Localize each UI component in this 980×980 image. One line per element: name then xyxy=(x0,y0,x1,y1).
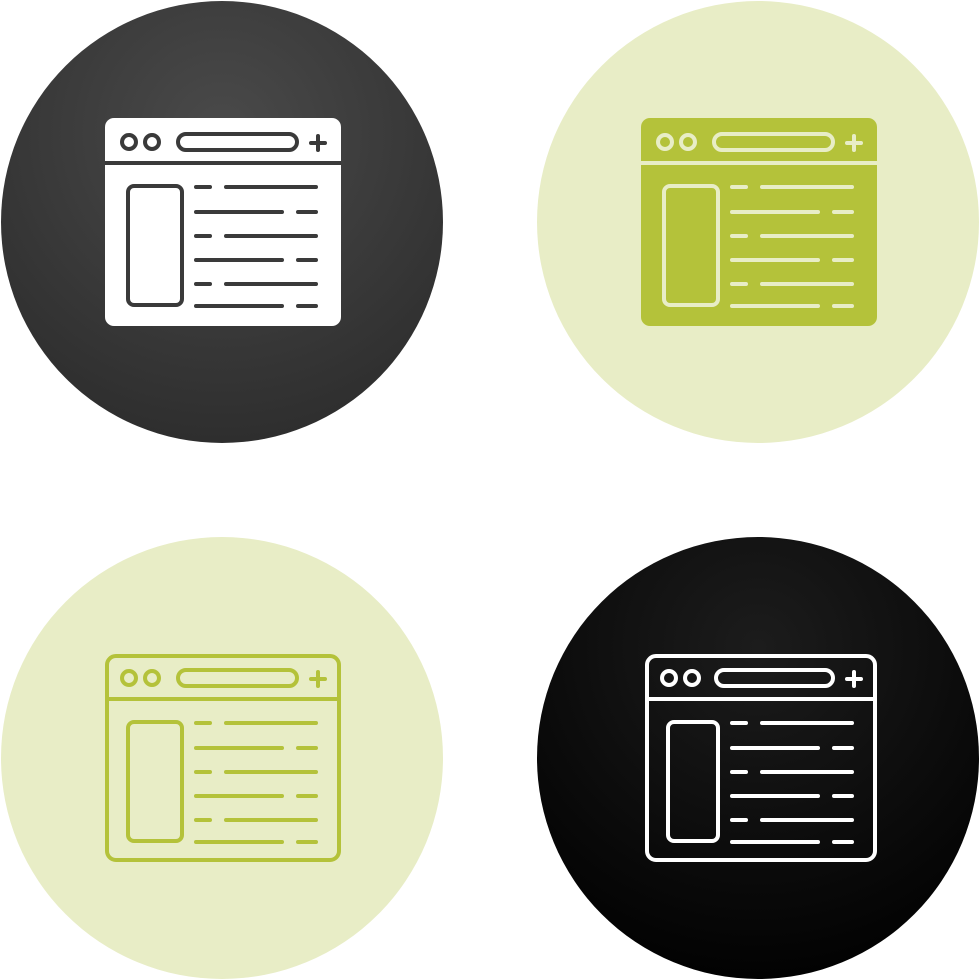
browser-window-glyph xyxy=(105,118,341,326)
browser-window-icon xyxy=(1,1,443,443)
icon-tile-outline-green xyxy=(0,536,444,980)
browser-window-icon xyxy=(1,537,443,979)
browser-window-icon xyxy=(537,537,979,979)
black-circle-background xyxy=(537,537,979,979)
icon-tile-outline-dark xyxy=(536,536,980,980)
browser-window-icon xyxy=(537,1,979,443)
icon-tile-glyph-dark xyxy=(0,0,444,444)
icon-tile-glyph-green xyxy=(536,0,980,444)
browser-window-glyph xyxy=(641,118,877,326)
pale-green-circle-background xyxy=(1,537,443,979)
